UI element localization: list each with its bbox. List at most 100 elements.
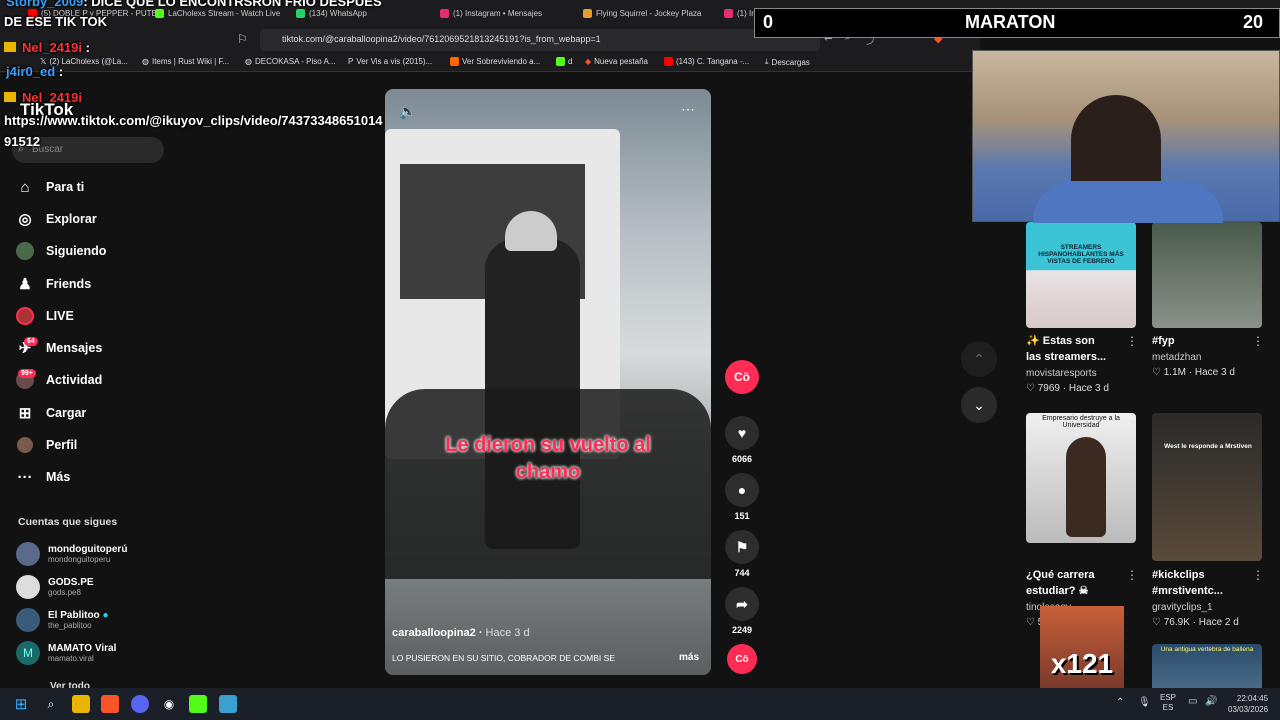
avatar: Cö	[725, 360, 759, 394]
sidebar-item-friends[interactable]: ♟ Friends	[16, 275, 91, 293]
sidebar-item-siguiendo[interactable]: Siguiendo	[16, 242, 106, 260]
following-account[interactable]: GODS.PE gods.pe8	[16, 575, 94, 599]
author-avatar-button[interactable]: Cö	[725, 360, 759, 394]
bookmark-item[interactable]: Ver Sobreviviendo a...	[450, 57, 540, 66]
notepad-icon[interactable]	[219, 695, 237, 713]
kebab-menu-icon[interactable]: ⋮	[1252, 568, 1264, 582]
following-account[interactable]: El Pablitoo ● the_pablitoo	[16, 608, 109, 632]
webcam-person-shirt	[1033, 181, 1223, 223]
video-player[interactable]: 🔈 ⋯ Le dieron su vuelto al chamo carabal…	[385, 89, 711, 675]
kebab-menu-icon[interactable]: ⋮	[1126, 568, 1138, 582]
tab-1[interactable]: (5) DOBLE P y PEPPER - PUTEN	[28, 4, 163, 22]
comment-button[interactable]: ● 151	[725, 473, 759, 521]
bookmark-item[interactable]: P Ver Vis a vis (2015)...	[348, 57, 432, 66]
emote-sticker: x121	[1040, 606, 1124, 688]
bookmark-item[interactable]: ◍ Items | Rust Wiki | F...	[142, 57, 229, 66]
video-description: LO PUSIERON EN SU SITIO, COBRADOR DE COM…	[392, 653, 615, 663]
whatsapp-icon	[296, 8, 305, 18]
download-icon: ⤓	[765, 57, 769, 66]
marathon-score-overlay: 0 MARATON 20	[754, 8, 1280, 38]
kick-icon[interactable]	[189, 695, 207, 713]
windows-start-icon[interactable]: ⊞	[12, 695, 30, 713]
rec-user[interactable]: movistaresports	[1026, 368, 1097, 379]
message-badge: 64	[24, 337, 38, 346]
globe-icon: ◍	[142, 57, 149, 66]
tab-4[interactable]: (1) Instagram • Mensajes	[440, 4, 542, 22]
rec-user[interactable]: gravityclips_1	[1152, 602, 1213, 613]
brave-browser-icon[interactable]	[101, 695, 119, 713]
tab-3[interactable]: (134) WhatsApp	[296, 4, 367, 22]
rec-thumbnail[interactable]: Empresario destruye a la Universidad	[1026, 413, 1136, 543]
bookmark-item[interactable]: ◆ Nueva pestaña	[585, 57, 648, 66]
bookmarks-bar: 𝕏 (2) LaCholexs (@La... ◍ Items | Rust Wik…	[0, 54, 980, 72]
sidebar-item-mas[interactable]: ··· Más	[16, 468, 71, 486]
music-disc-button[interactable]: Cö	[725, 644, 759, 674]
rec-thumbnail[interactable]: Una antigua vertebra de ballena	[1152, 644, 1262, 688]
brave-icon: ◆	[585, 57, 592, 66]
microphone-icon[interactable]: 🎙	[1138, 697, 1151, 708]
chevron-down-icon[interactable]: ⌄	[961, 387, 997, 423]
tab-2[interactable]: LaCholexs Stream - Watch Live	[155, 4, 280, 22]
p-icon: P	[348, 57, 354, 66]
rec-title[interactable]: #kickclips #mrstiventc...	[1152, 567, 1223, 599]
search-icon[interactable]: ⌕	[42, 695, 60, 713]
clock[interactable]: 22:04:45 03/03/2026	[1228, 693, 1268, 715]
rec-thumbnail[interactable]	[1152, 222, 1262, 328]
bookmark-icon[interactable]: ⚐	[237, 32, 248, 46]
share-icon: ➦	[725, 587, 759, 621]
video-author[interactable]: caraballoopina2 · Hace 3 d	[392, 627, 530, 639]
kebab-menu-icon[interactable]: ⋮	[1252, 334, 1264, 348]
sidebar-item-explorar[interactable]: ◎ Explorar	[16, 210, 96, 228]
chevron-up-icon[interactable]: ⌃	[961, 341, 997, 377]
save-button[interactable]: ⚑ 744	[725, 530, 759, 578]
globe-icon: ◍	[245, 57, 252, 66]
like-button[interactable]: ♥ 6066	[725, 416, 759, 464]
chevron-up-icon[interactable]: ⌃	[1116, 697, 1124, 708]
rec-thumbnail[interactable]: West le responde a Mrstiven	[1152, 413, 1262, 561]
rec-thumbnail[interactable]: STREAMERS HISPANOHABLANTES MÁS VISTAS DE…	[1026, 222, 1136, 328]
bookmark-item[interactable]: d	[556, 57, 572, 66]
bookmark-item[interactable]: ◍ DECOKASA - Piso A...	[245, 57, 335, 66]
monitor-icon[interactable]: ▭	[1188, 696, 1197, 707]
following-icon	[16, 242, 34, 260]
streamer-webcam	[972, 50, 1280, 223]
friends-icon: ♟	[18, 276, 32, 293]
rec-title[interactable]: ¿Qué carrera estudiar? ☠	[1026, 567, 1094, 599]
discord-icon[interactable]	[131, 695, 149, 713]
rec-user[interactable]: metadzhan	[1152, 352, 1201, 363]
rec-title[interactable]: ✨ Estas son las streamers...	[1026, 333, 1106, 365]
instagram-icon	[724, 8, 733, 18]
kebab-menu-icon[interactable]: ⋮	[1126, 334, 1138, 348]
mute-icon[interactable]: 🔈	[399, 103, 416, 120]
sidebar-item-cargar[interactable]: ⊞ Cargar	[16, 404, 87, 422]
sidebar-item-para-ti[interactable]: ⌂ Para ti	[16, 178, 84, 196]
windows-taskbar: ⊞ ⌕ ◉ ⌃ 🎙 ESP ES ▭ 🔊 22:04:45 03/03/2026	[0, 688, 1280, 720]
avatar	[16, 575, 40, 599]
bookmark-icon: ⚑	[725, 530, 759, 564]
more-options-icon[interactable]: ⋯	[681, 101, 695, 118]
rec-title[interactable]: #fyp	[1152, 333, 1175, 349]
more-icon: ···	[17, 468, 33, 486]
following-account[interactable]: mondoguitoperú mondonguitoperu	[16, 542, 127, 566]
more-link[interactable]: más	[679, 652, 699, 663]
search-input[interactable]: ⌕ Buscar	[12, 137, 164, 163]
live-icon	[16, 307, 34, 325]
activity-badge: 99+	[18, 369, 36, 378]
sidebar-item-live[interactable]: LIVE	[16, 307, 74, 325]
file-explorer-icon[interactable]	[72, 695, 90, 713]
sidebar-item-perfil[interactable]: Perfil	[16, 436, 77, 454]
speaker-icon[interactable]: 🔊	[1205, 696, 1217, 707]
bookmark-item[interactable]: (143) C. Tangana -...	[664, 57, 749, 66]
url-field[interactable]: tiktok.com/@caraballoopina2/video/761206…	[260, 29, 820, 51]
avatar: M	[16, 641, 40, 665]
obs-icon[interactable]: ◉	[160, 695, 178, 713]
language-indicator[interactable]: ESP ES	[1160, 693, 1176, 713]
x-icon: 𝕏	[40, 57, 47, 66]
bookmark-item[interactable]: ⤓ Descargas	[765, 57, 810, 67]
tab-5[interactable]: Flying Squirrel - Jockey Plaza	[583, 4, 701, 22]
youtube-icon	[664, 57, 673, 66]
following-account[interactable]: M MAMATO Viral mamato.viral	[16, 641, 116, 665]
bookmark-item[interactable]: 𝕏 (2) LaCholexs (@La...	[40, 57, 128, 66]
share-button[interactable]: ➦ 2249	[725, 587, 759, 635]
rec-stats: ♡ 1.1M · Hace 3 d	[1152, 367, 1235, 378]
